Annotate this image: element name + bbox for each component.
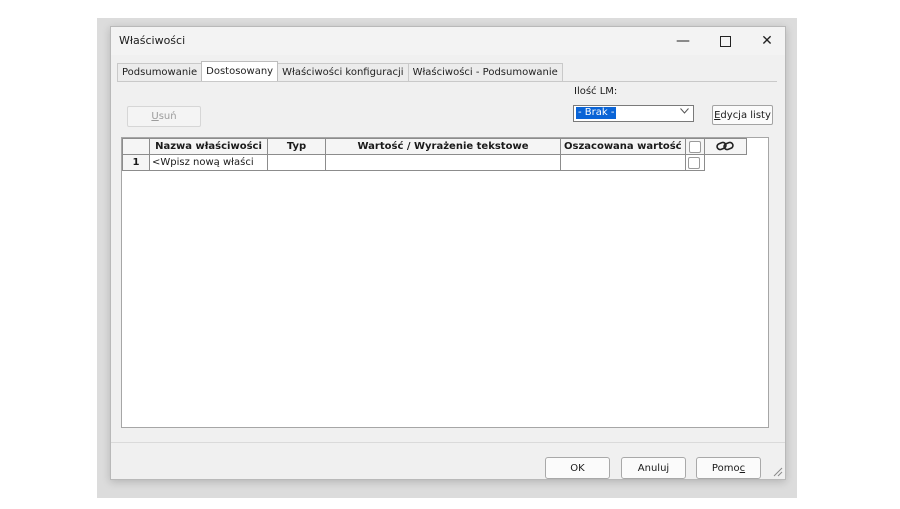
help-button[interactable]: Pomo c — [696, 457, 761, 479]
tab-summary[interactable]: Podsumowanie — [117, 63, 203, 81]
property-name-cell[interactable]: <Wpisz nową właści — [149, 154, 268, 171]
bom-quantity-label: Ilość LM: — [574, 86, 618, 97]
tab-strip: Podsumowanie Dostosowany Właściwości kon… — [117, 61, 563, 81]
column-header-type[interactable]: Typ — [267, 138, 326, 155]
property-evaluated-cell — [560, 154, 686, 171]
tab-properties-summary[interactable]: Właściwości - Podsumowanie — [407, 63, 563, 81]
maximize-icon — [719, 35, 731, 47]
title-bar[interactable]: Właściwości — ✕ — [111, 27, 785, 55]
column-header-evaluated[interactable]: Oszacowana wartość — [560, 138, 686, 155]
help-label: Pomo — [711, 462, 740, 474]
row-number-header — [122, 138, 150, 155]
maximize-button[interactable] — [708, 27, 742, 55]
column-header-value[interactable]: Wartość / Wyrażenie tekstowe — [325, 138, 561, 155]
properties-grid[interactable]: Nazwa właściwości Typ Wartość / Wyrażeni… — [121, 137, 769, 428]
chevron-down-icon — [680, 107, 689, 117]
delete-label: suń — [158, 111, 177, 122]
cancel-button[interactable]: Anuluj — [621, 457, 686, 479]
close-button[interactable]: ✕ — [750, 27, 784, 55]
header-checkbox-cell — [684, 138, 705, 155]
tab-label: Właściwości - Podsumowanie — [412, 67, 558, 78]
tab-divider — [117, 81, 777, 82]
link-icon[interactable] — [716, 141, 734, 152]
property-type-cell[interactable] — [267, 154, 326, 171]
minimize-button[interactable]: — — [666, 27, 700, 55]
ok-button[interactable]: OK — [545, 457, 610, 479]
minimize-icon: — — [676, 33, 690, 49]
column-header-name[interactable]: Nazwa właściwości — [149, 138, 268, 155]
bom-quantity-select[interactable]: - Brak - — [573, 105, 694, 122]
tab-label: Właściwości konfiguracji — [282, 67, 404, 78]
delete-mnemonic: U — [151, 111, 159, 122]
edit-list-label: dycja listy — [720, 109, 771, 121]
link-header-cell — [703, 138, 747, 155]
cancel-label: Anuluj — [637, 462, 670, 474]
ok-label: OK — [570, 462, 585, 474]
resize-grip-icon[interactable] — [771, 465, 783, 477]
tab-configuration-properties[interactable]: Właściwości konfiguracji — [277, 63, 409, 81]
tab-label: Dostosowany — [206, 66, 274, 77]
help-mnemonic: c — [739, 462, 746, 474]
select-all-checkbox[interactable] — [688, 140, 701, 153]
table-header-row: Nazwa właściwości Typ Wartość / Wyrażeni… — [122, 138, 747, 155]
footer-divider — [111, 442, 785, 443]
property-value-cell[interactable] — [325, 154, 561, 171]
row-number: 1 — [122, 154, 150, 171]
properties-table: Nazwa właściwości Typ Wartość / Wyrażeni… — [122, 138, 747, 171]
table-row[interactable]: 1 <Wpisz nową właści — [122, 154, 747, 171]
tab-label: Podsumowanie — [122, 67, 198, 78]
window-title: Właściwości — [119, 34, 186, 47]
edit-list-button[interactable]: Edycja listy — [712, 105, 773, 125]
delete-button[interactable]: Usuń — [127, 106, 201, 127]
properties-dialog: Właściwości — ✕ Podsumowanie Dostosowany… — [110, 26, 786, 480]
tab-custom[interactable]: Dostosowany — [201, 61, 279, 81]
row-checkbox[interactable] — [687, 156, 700, 169]
row-checkbox-cell — [684, 154, 705, 171]
close-icon: ✕ — [761, 33, 773, 49]
bom-quantity-value: - Brak - — [576, 107, 617, 119]
